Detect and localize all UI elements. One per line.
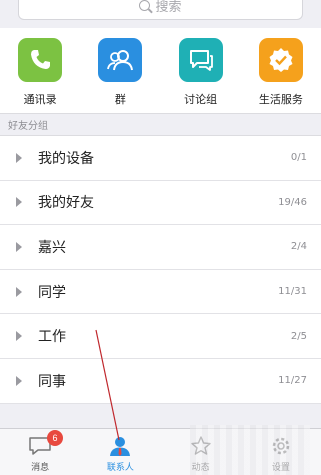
contacts-icon — [110, 437, 131, 456]
shortcut-bar: 通讯录 群 讨论组 生活服务 — [0, 28, 321, 114]
shortcut-discussion[interactable]: 讨论组 — [161, 28, 241, 113]
shortcut-label: 群 — [114, 93, 126, 106]
group-row-my-friends[interactable]: 我的好友 19/46 — [0, 181, 321, 226]
group-icon — [98, 38, 143, 82]
group-count: 11/27 — [278, 375, 307, 387]
group-name: 同学 — [38, 284, 66, 301]
group-count: 2/4 — [290, 241, 307, 253]
tab-label: 消息 — [31, 463, 50, 473]
friend-group-list: 我的设备 0/1 我的好友 19/46 嘉兴 2/4 同学 11/31 工作 2… — [0, 135, 321, 404]
shortcut-contacts[interactable]: 通讯录 — [0, 28, 80, 113]
group-row-classmates[interactable]: 同学 11/31 — [0, 270, 321, 315]
unread-badge: 6 — [47, 430, 63, 446]
shortcut-label: 讨论组 — [184, 93, 218, 106]
group-row-my-devices[interactable]: 我的设备 0/1 — [0, 136, 321, 181]
expand-arrow-icon — [16, 375, 22, 386]
shortcut-label: 通讯录 — [23, 93, 57, 106]
expand-arrow-icon — [16, 331, 22, 342]
search-bar: 搜索 — [0, 0, 321, 28]
group-row-jiaxing[interactable]: 嘉兴 2/4 — [0, 225, 321, 270]
tab-contacts[interactable]: 联系人 — [80, 429, 160, 475]
group-row-colleagues[interactable]: 同事 11/27 — [0, 359, 321, 404]
group-name: 同事 — [38, 373, 66, 390]
group-row-work[interactable]: 工作 2/5 — [0, 314, 321, 359]
group-count: 2/5 — [290, 330, 307, 342]
blurred-watermark-area — [190, 425, 310, 475]
section-title: 好友分组 — [8, 121, 48, 132]
expand-arrow-icon — [16, 286, 22, 297]
group-name: 嘉兴 — [38, 239, 66, 256]
expand-arrow-icon — [16, 241, 22, 252]
group-count: 11/31 — [278, 286, 307, 298]
tab-messages[interactable]: 6 消息 — [0, 429, 80, 475]
search-icon — [139, 0, 151, 11]
badge-check-icon — [258, 38, 303, 82]
expand-arrow-icon — [16, 152, 22, 163]
phone-icon — [18, 38, 63, 82]
expand-arrow-icon — [16, 197, 22, 208]
group-name: 我的设备 — [38, 150, 94, 167]
search-placeholder: 搜索 — [155, 0, 182, 15]
group-name: 工作 — [38, 329, 66, 346]
search-input[interactable]: 搜索 — [18, 0, 303, 20]
chat-icon — [178, 38, 223, 82]
shortcut-label: 生活服务 — [258, 93, 303, 106]
tab-label: 联系人 — [106, 463, 134, 473]
shortcut-life-services[interactable]: 生活服务 — [241, 28, 321, 113]
group-name: 我的好友 — [38, 195, 94, 212]
group-count: 0/1 — [290, 152, 307, 164]
shortcut-groups[interactable]: 群 — [80, 28, 160, 113]
group-count: 19/46 — [278, 196, 307, 208]
